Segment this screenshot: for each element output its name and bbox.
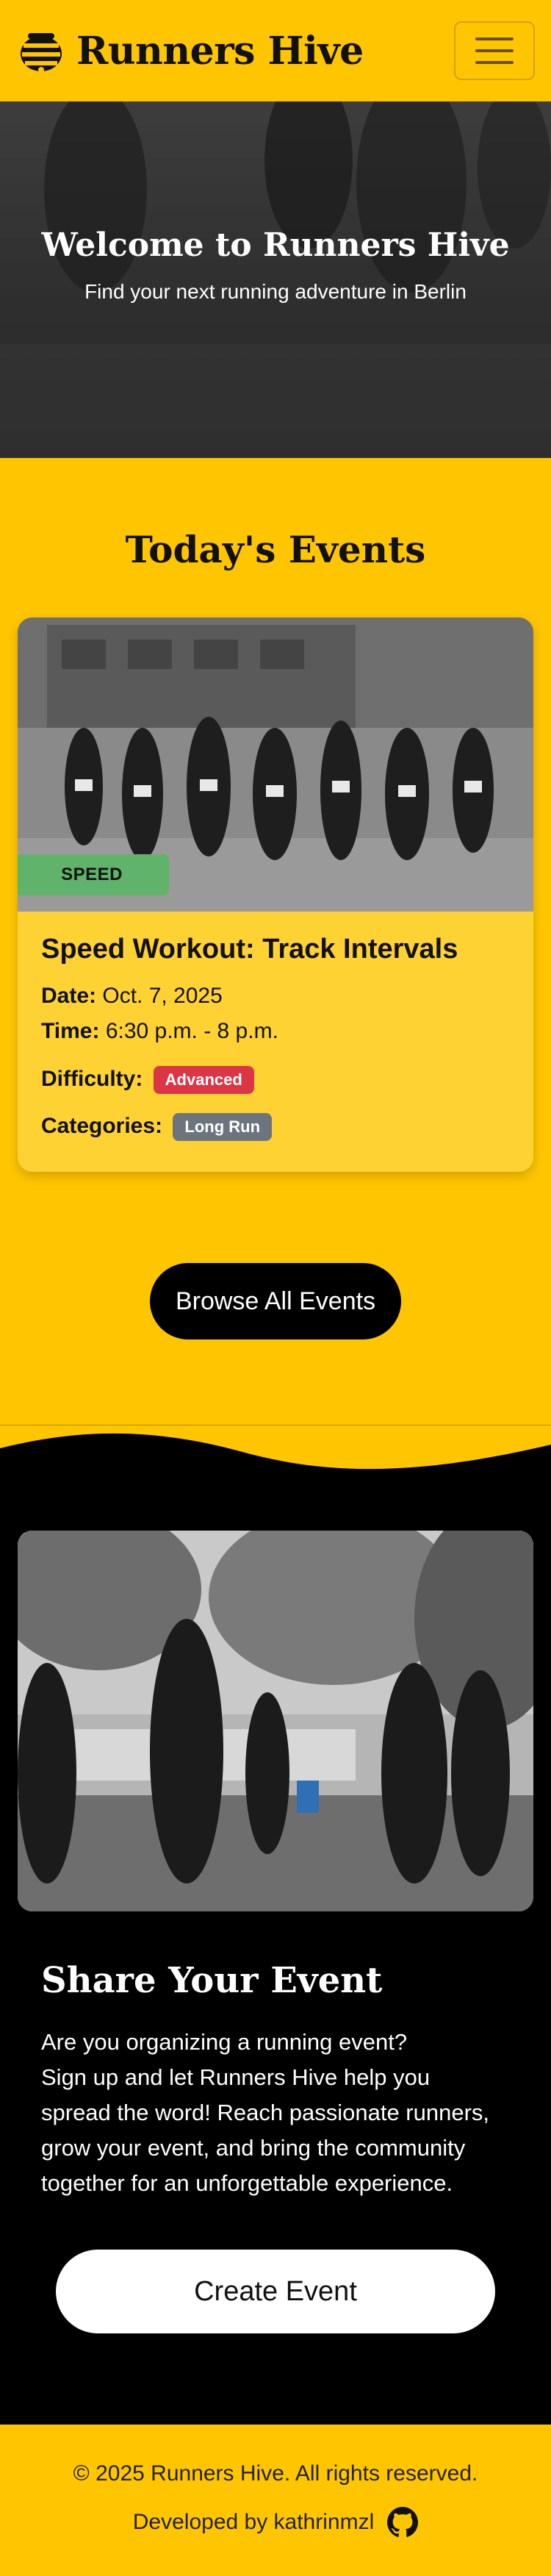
category-badge: Long Run xyxy=(173,1113,273,1141)
hero-title: Welcome to Runners Hive xyxy=(41,226,510,264)
event-difficulty: Difficulty: Advanced xyxy=(41,1066,254,1094)
share-event-image xyxy=(18,1531,533,1911)
bee-hive-icon xyxy=(21,33,62,73)
event-date: Date: Oct. 7, 2025 xyxy=(41,984,223,1008)
create-event-button[interactable]: Create Event xyxy=(56,2250,495,2333)
copyright-text: © 2025 Runners Hive. All rights reserved… xyxy=(73,2461,478,2486)
hero-section: Welcome to Runners Hive Find your next r… xyxy=(0,101,551,458)
github-icon[interactable] xyxy=(387,2507,419,2538)
event-title[interactable]: Speed Workout: Track Intervals xyxy=(41,934,458,965)
event-card[interactable]: SPEED Speed Workout: Track Intervals Dat… xyxy=(18,618,533,1172)
footer xyxy=(0,2425,551,2576)
difficulty-badge: Advanced xyxy=(153,1066,254,1094)
events-section-title: Today's Events xyxy=(125,528,426,571)
brand-name: Runners Hive xyxy=(76,28,364,74)
event-type-badge: SPEED xyxy=(18,854,169,895)
brand-link[interactable]: Runners Hive xyxy=(18,27,364,74)
wave-divider xyxy=(0,1433,551,1485)
navbar: Runners Hive xyxy=(0,0,551,101)
menu-toggle-button[interactable] xyxy=(454,21,535,80)
hero-subtitle: Find your next running adventure in Berl… xyxy=(84,280,467,303)
event-categories: Categories: Long Run xyxy=(41,1113,273,1141)
hamburger-menu-icon xyxy=(475,37,514,40)
browse-all-events-button[interactable]: Browse All Events xyxy=(150,1263,401,1339)
developer-credit: Developed by kathrinmzl xyxy=(0,2507,551,2538)
share-description: Are you organizing a running event? Sign… xyxy=(41,2029,490,2196)
share-title: Share Your Event xyxy=(41,1960,383,2001)
event-time: Time: 6:30 p.m. - 8 p.m. xyxy=(41,1019,278,1043)
developer-text: Developed by kathrinmzl xyxy=(132,2510,375,2534)
